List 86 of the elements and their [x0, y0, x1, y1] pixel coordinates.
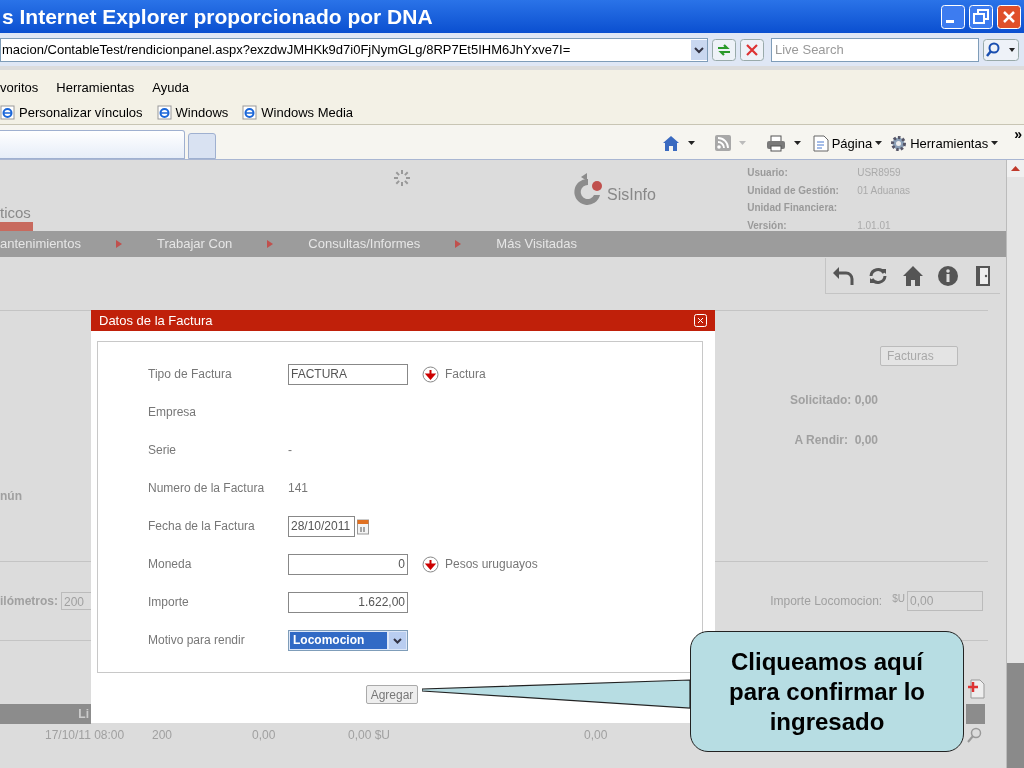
menu-item[interactable]: Ayuda	[152, 77, 189, 101]
search-field[interactable]: Live Search	[771, 37, 979, 62]
home-icon[interactable]	[661, 134, 680, 152]
section-underline	[0, 222, 33, 231]
scroll-thumb[interactable]	[1007, 663, 1024, 768]
link-item[interactable]: Windows	[156, 102, 229, 123]
tools-menu[interactable]: Herramientas	[890, 133, 999, 153]
info-icon[interactable]	[937, 264, 959, 287]
down-arrow-circle-icon[interactable]	[422, 555, 439, 573]
dropdown-icon[interactable]	[389, 631, 406, 649]
add-button[interactable]: Agregar	[365, 685, 419, 704]
field-value: 141	[288, 480, 309, 497]
field-description: Pesos uruguayos	[445, 556, 538, 573]
ie-page-icon	[242, 105, 258, 120]
close-icon[interactable]	[694, 314, 707, 327]
table-cell-text: 0,00 $U	[348, 727, 392, 744]
solicitado-text: Solicitado: 0,00	[789, 392, 878, 409]
input-field[interactable]: FACTURA	[288, 363, 408, 385]
field-label: Motivo para rendir	[148, 632, 246, 649]
field-description: Factura	[445, 366, 486, 383]
table-cell-text: 200	[152, 727, 174, 744]
caret-icon[interactable]	[793, 141, 801, 146]
scroll-up-icon[interactable]	[1007, 160, 1024, 177]
info-label: Versión:	[747, 218, 788, 233]
table-cell-text: 17/10/11 08:00	[45, 727, 126, 744]
search-icon[interactable]	[983, 38, 1019, 61]
field-label: Empresa	[148, 404, 198, 421]
table-header: Li	[0, 704, 91, 724]
field-label: Serie	[148, 442, 177, 459]
gear-icon	[890, 134, 908, 152]
window-title: s Internet Explorer proporcionado por DNA	[2, 3, 433, 30]
link-item[interactable]: Windows Media	[242, 102, 354, 123]
input-field[interactable]: 0	[288, 553, 408, 575]
table-header	[966, 704, 985, 724]
page-menu[interactable]: Página	[812, 133, 883, 153]
menu-item[interactable]: Herramientas	[56, 77, 135, 101]
ie-page-icon	[0, 105, 15, 120]
info-label: Unidad de Gestión:	[747, 183, 840, 198]
select-field[interactable]: Locomocion	[288, 629, 408, 651]
triangle-icon	[455, 240, 462, 248]
a-rendir-text: A Rendir: 0,00	[794, 432, 878, 449]
field-label: nún	[0, 488, 22, 505]
callout-text: Cliqueamos aquí para confirmar lo ingresado	[727, 646, 927, 737]
caret-icon[interactable]	[687, 141, 695, 146]
caret-icon[interactable]	[991, 141, 999, 146]
info-label: Unidad Financiera:	[747, 201, 839, 215]
field-label: Fecha de la Factura	[148, 518, 256, 535]
input-field[interactable]: 1.622,00	[288, 591, 408, 613]
info-label: Usuario:	[747, 166, 789, 180]
scrollbar[interactable]	[1006, 160, 1024, 768]
home-icon[interactable]	[902, 264, 924, 287]
caret-icon	[738, 141, 746, 146]
dropdown-icon[interactable]	[691, 39, 707, 60]
address-field[interactable]: macion/ContableTest/rendicionpanel.aspx?exzdwJMHKk9d7i0FjNymGLg/8RP7Et5IHM6JhYxve7I=	[0, 37, 708, 62]
currency-label: $U	[892, 591, 905, 606]
link-item[interactable]: Personalizar vínculos	[0, 102, 143, 123]
table-cell-text: 0,00	[584, 727, 609, 744]
down-arrow-circle-icon[interactable]	[422, 365, 439, 383]
minimize-icon[interactable]	[941, 4, 965, 29]
refresh-icon[interactable]	[712, 38, 736, 61]
section-title: ticos	[0, 204, 32, 222]
field-label: Tipo de Factura	[148, 366, 233, 383]
printer-icon[interactable]	[765, 134, 786, 152]
field-label: Moneda	[148, 556, 193, 573]
field-label: Numero de la Factura	[148, 480, 266, 497]
stop-icon[interactable]	[740, 38, 764, 61]
triangle-icon	[115, 240, 122, 248]
km-label: ilómetros:	[0, 593, 58, 610]
importe-label: Importe Locomocion:	[770, 593, 883, 610]
dialog-title: Datos de la Factura	[99, 311, 213, 330]
menu-item[interactable]: voritos	[0, 77, 39, 101]
field-label: Importe	[148, 594, 190, 611]
add-document-icon[interactable]	[967, 679, 985, 699]
chevron-button[interactable]: »	[1014, 123, 1022, 145]
table-cell-text: 0,00	[252, 727, 277, 744]
restore-icon[interactable]	[969, 4, 993, 29]
brand-name: SisInfo	[607, 185, 656, 205]
date-field[interactable]: 28/10/2011	[288, 515, 355, 537]
ie-page-icon	[156, 105, 172, 120]
field-value: -	[288, 442, 292, 459]
page-icon	[812, 134, 829, 152]
triangle-icon	[267, 240, 274, 248]
caret-icon[interactable]	[875, 141, 883, 146]
calendar-icon[interactable]	[357, 517, 369, 535]
loading-spinner-icon	[393, 169, 411, 187]
close-icon[interactable]	[997, 4, 1021, 29]
